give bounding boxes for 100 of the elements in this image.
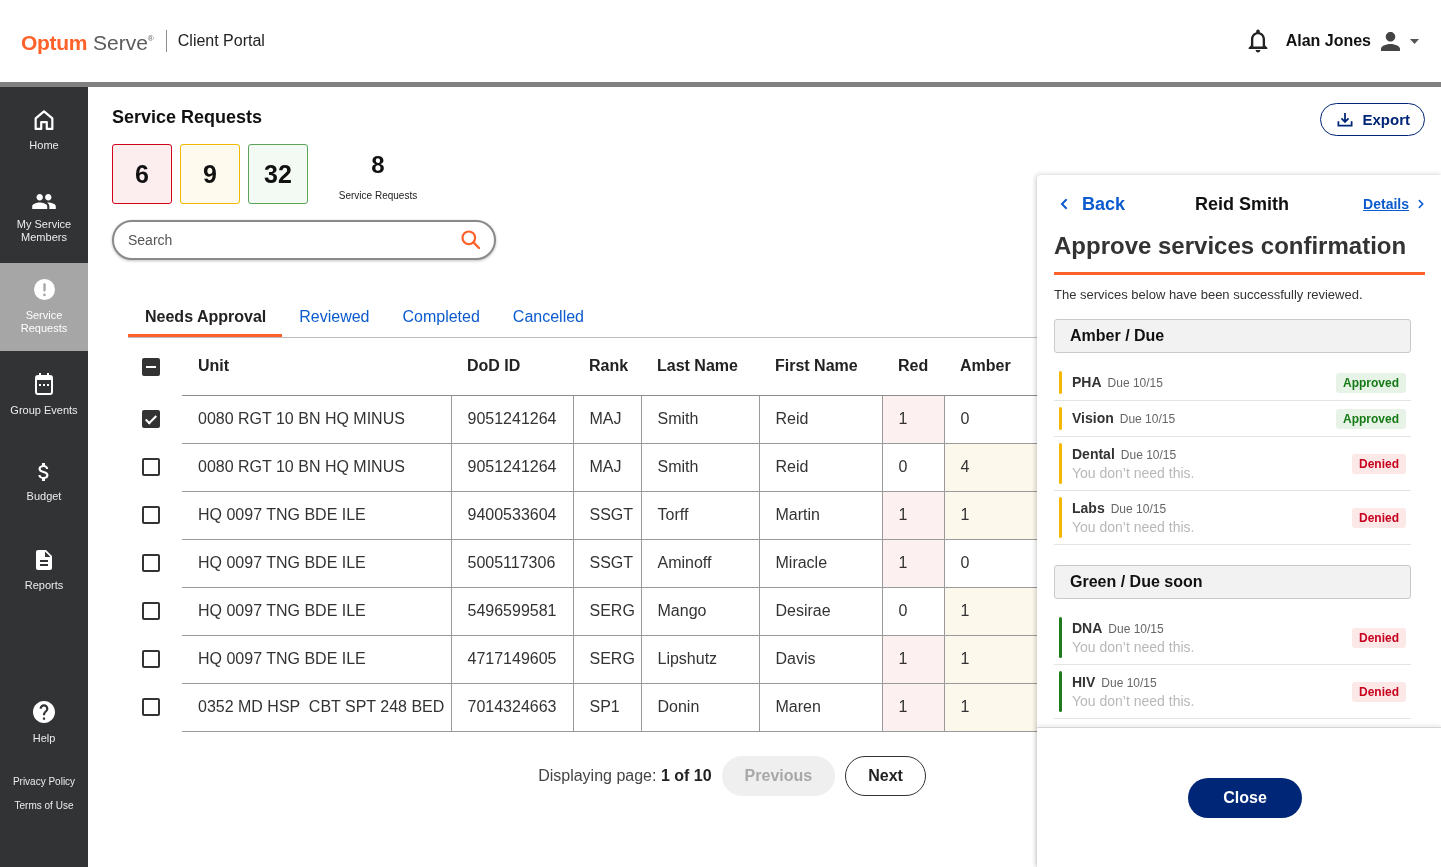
table-cell: Miracle (759, 539, 882, 587)
nav-item[interactable]: Budget (0, 439, 88, 527)
service-name: Dental (1072, 446, 1115, 462)
user-menu[interactable]: Alan Jones (1285, 31, 1419, 51)
table-cell: 5005117306 (451, 539, 573, 587)
table-cell: HQ 0097 TNG BDE ILE (182, 539, 451, 587)
search-icon[interactable] (461, 230, 480, 249)
due-date: Due 10/15 (1110, 502, 1167, 516)
table-cell: 9051241264 (451, 443, 573, 491)
total-count: 8 (371, 151, 385, 179)
person-name: Reid Smith (1195, 193, 1289, 215)
table-cell: MAJ (573, 395, 641, 443)
due-date: Due 10/15 (1107, 376, 1163, 390)
table-cell: Donin (641, 683, 759, 731)
nav-item[interactable]: Home (0, 87, 88, 175)
table-cell: 0 (882, 443, 944, 491)
group-header: Amber / Due (1054, 319, 1411, 353)
export-button[interactable]: Export (1320, 103, 1425, 136)
help-link[interactable]: Help (0, 701, 88, 745)
page-title: Service Requests (112, 107, 263, 128)
table-cell: Desirae (759, 587, 882, 635)
home-icon (34, 110, 54, 130)
table-cell: Lipshutz (641, 635, 759, 683)
status-count: 32 (248, 144, 308, 204)
nav-item[interactable]: Reports (0, 527, 88, 615)
table-cell: SP1 (573, 683, 641, 731)
table-cell: HQ 0097 TNG BDE ILE (182, 491, 451, 539)
row-checkbox[interactable] (142, 650, 160, 668)
row-checkbox[interactable] (142, 698, 160, 716)
chevron-left-icon (1060, 198, 1068, 210)
row-checkbox[interactable] (142, 506, 160, 524)
status-badge: Denied (1352, 627, 1406, 648)
search-field[interactable]: Search (112, 220, 496, 260)
tab[interactable]: Completed (385, 296, 496, 337)
service-note: You don’t need this. (1072, 518, 1196, 536)
table-cell: Torff (641, 491, 759, 539)
details-link[interactable]: Details (1363, 196, 1424, 212)
bell-icon[interactable] (1247, 29, 1268, 53)
panel-message: The services below have been successfully reviewed. (1054, 287, 1364, 303)
tab[interactable]: Needs Approval (128, 296, 283, 337)
table-cell: 0080 RGT 10 BN HQ MINUS (182, 443, 451, 491)
service-name: Vision (1072, 410, 1114, 426)
tab[interactable]: Reviewed (282, 296, 386, 337)
table-cell: HQ 0097 TNG BDE ILE (182, 587, 451, 635)
table-cell: 1 (882, 539, 944, 587)
footer-link[interactable]: Terms of Use (14, 799, 74, 813)
back-button[interactable]: Back (1060, 193, 1126, 215)
row-checkbox[interactable] (142, 554, 160, 572)
status-badge: Approved (1336, 408, 1406, 429)
select-all-checkbox[interactable] (142, 357, 160, 376)
table-cell: MAJ (573, 443, 641, 491)
table-cell: SERG (573, 635, 641, 683)
table-cell: 9400533604 (451, 491, 573, 539)
calendar-icon (35, 373, 53, 395)
table-cell: Davis (759, 635, 882, 683)
nav-item[interactable]: My Service Members (0, 175, 88, 263)
column-header: Red (882, 338, 944, 395)
due-date: Due 10/15 (1108, 622, 1164, 636)
service-note: You don’t need this. (1072, 638, 1196, 656)
status-count: 6 (112, 144, 172, 204)
status-badge: Approved (1336, 372, 1406, 393)
table-cell: 9051241264 (451, 395, 573, 443)
person-icon (1381, 31, 1400, 51)
next-button[interactable]: Next (845, 755, 926, 796)
help-icon (33, 701, 55, 723)
due-date: Due 10/15 (1119, 412, 1176, 426)
exclamation-icon (33, 279, 55, 300)
table-cell: Reid (759, 395, 882, 443)
table-cell: Smith (641, 395, 759, 443)
table-cell: Martin (759, 491, 882, 539)
table-cell: 0352 MD HSP CBT SPT 248 BED (182, 683, 451, 731)
table-cell: SERG (573, 587, 641, 635)
caret-icon (1410, 38, 1419, 44)
service-note: You don’t need this. (1072, 464, 1196, 482)
row-checkbox[interactable] (142, 410, 160, 428)
close-button[interactable]: Close (1188, 777, 1302, 818)
column-header: Last Name (641, 338, 759, 395)
footer-link[interactable]: Privacy Policy (12, 775, 76, 789)
tab[interactable]: Cancelled (495, 296, 600, 337)
document-icon (36, 550, 52, 570)
dollar-icon (38, 463, 50, 481)
status-count: 9 (180, 144, 240, 204)
column-header: Unit (182, 338, 451, 395)
service-name: Labs (1072, 500, 1105, 516)
table-cell: HQ 0097 TNG BDE ILE (182, 635, 451, 683)
row-checkbox[interactable] (142, 602, 160, 620)
table-cell: SSGT (573, 539, 641, 587)
table-cell: 1 (882, 635, 944, 683)
total-label: Service Requests (338, 190, 418, 202)
due-date: Due 10/15 (1120, 448, 1177, 462)
nav-item[interactable]: Group Events (0, 351, 88, 439)
table-cell: 0 (882, 587, 944, 635)
column-header: DoD ID (451, 338, 573, 395)
table-cell: 4717149605 (451, 635, 573, 683)
status-badge: Denied (1352, 681, 1406, 702)
table-cell: 7014324663 (451, 683, 573, 731)
service-name: PHA (1072, 374, 1102, 390)
row-checkbox[interactable] (142, 458, 160, 476)
status-badge: Denied (1352, 507, 1406, 528)
table-cell: Aminoff (641, 539, 759, 587)
